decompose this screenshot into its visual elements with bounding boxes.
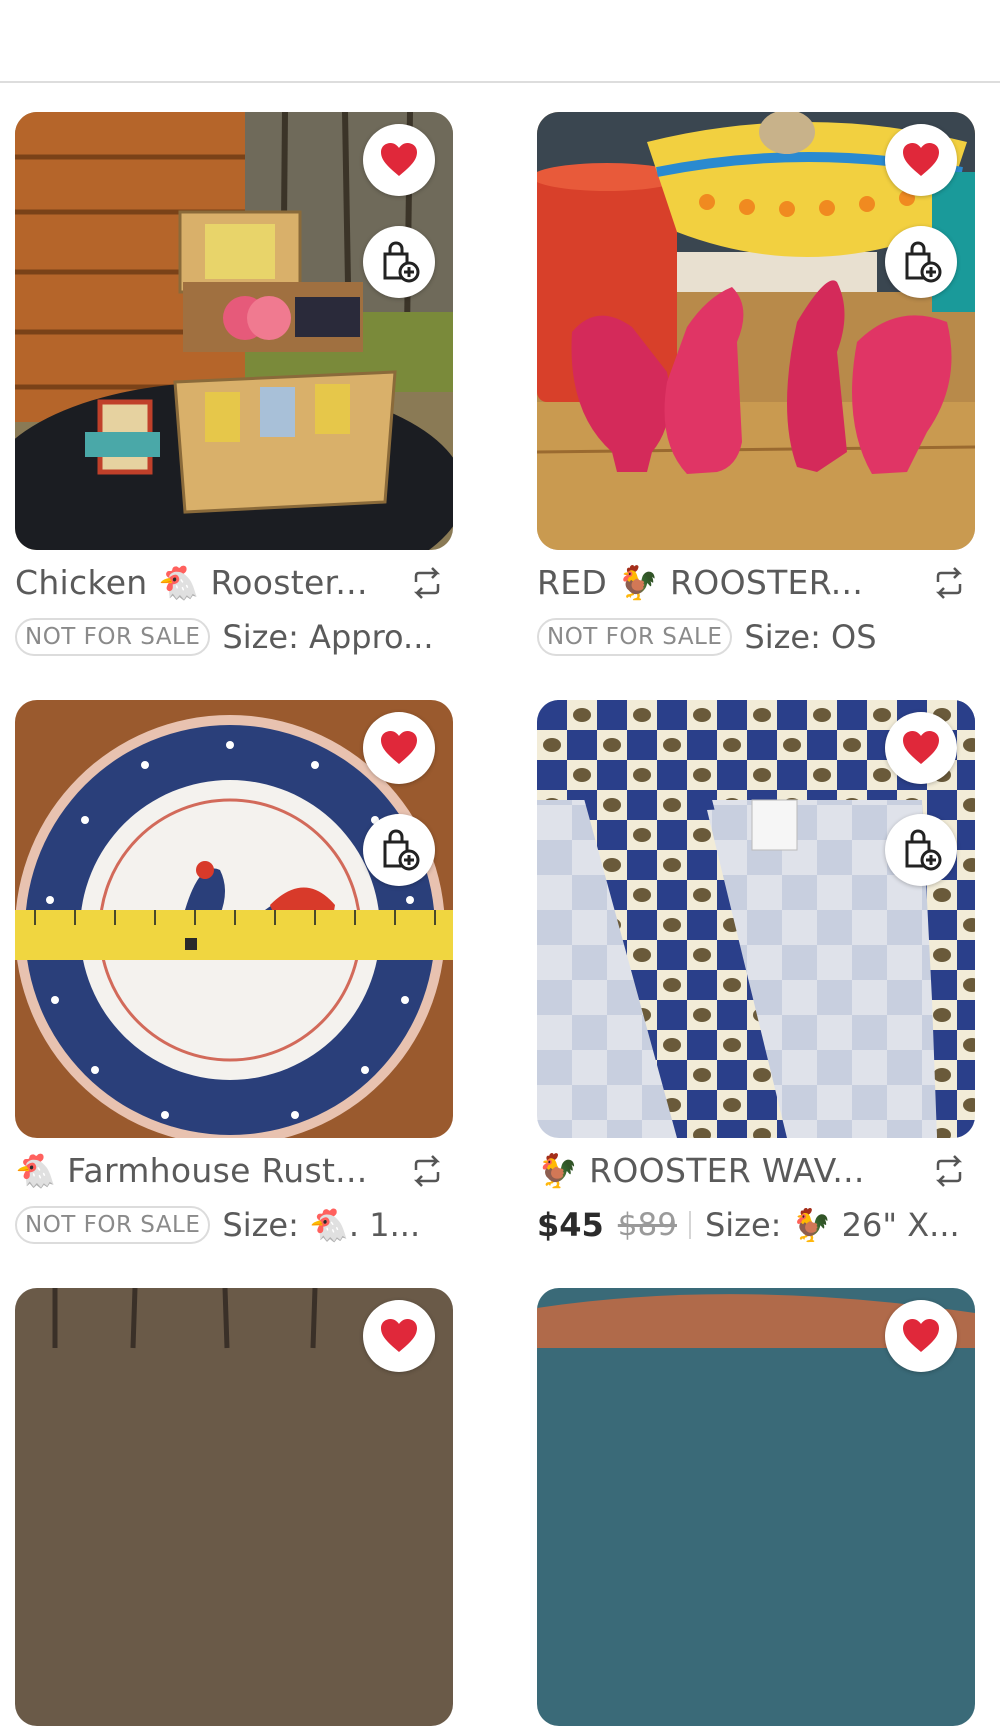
share-arrows-icon [413, 567, 441, 599]
listing-photo[interactable] [537, 112, 975, 550]
heart-icon [903, 1319, 939, 1352]
listing-size: Size: 🐔. 1... [222, 1206, 421, 1244]
like-button[interactable] [363, 712, 435, 784]
not-for-sale-badge: NOT FOR SALE [537, 618, 733, 656]
listing-photo[interactable] [537, 700, 975, 1138]
add-to-bundle-button[interactable] [363, 814, 435, 886]
listing-photo[interactable] [537, 1288, 975, 1726]
like-button[interactable] [885, 124, 957, 196]
top-bar [0, 0, 1000, 83]
not-for-sale-badge: NOT FOR SALE [15, 1206, 211, 1244]
heart-icon [903, 143, 939, 176]
listing-title[interactable]: 🐓 ROOSTER WAV... [537, 1151, 929, 1191]
listing-photo[interactable] [15, 1288, 453, 1726]
bag-plus-icon [905, 241, 942, 283]
listing-price: $45 [537, 1206, 604, 1244]
like-button[interactable] [363, 124, 435, 196]
share-button[interactable] [407, 1151, 447, 1191]
like-button[interactable] [363, 1300, 435, 1372]
listing-photo[interactable] [15, 112, 453, 550]
original-price: $89 [617, 1207, 677, 1243]
listing-photo[interactable] [15, 700, 453, 1138]
listing-size: Size: OS [744, 618, 877, 656]
bag-plus-icon [383, 241, 420, 283]
heart-icon [381, 731, 417, 764]
listing-size: Size: Appro... [222, 618, 434, 656]
share-button[interactable] [929, 1151, 969, 1191]
share-arrows-icon [413, 1155, 441, 1187]
bag-plus-icon [383, 829, 420, 871]
heart-icon [381, 1319, 417, 1352]
add-to-bundle-button[interactable] [885, 814, 957, 886]
like-button[interactable] [885, 712, 957, 784]
share-arrows-icon [935, 567, 963, 599]
bag-plus-icon [905, 829, 942, 871]
heart-icon [381, 143, 417, 176]
not-for-sale-badge: NOT FOR SALE [15, 618, 211, 656]
price-divider [688, 1211, 691, 1239]
share-button[interactable] [929, 563, 969, 603]
listing-title[interactable]: 🐔 Farmhouse Rust... [15, 1151, 407, 1191]
share-arrows-icon [935, 1155, 963, 1187]
listing-title[interactable]: Chicken 🐔 Rooster... [15, 563, 407, 603]
heart-icon [903, 731, 939, 764]
like-button[interactable] [885, 1300, 957, 1372]
listing-title[interactable]: RED 🐓 ROOSTER... [537, 563, 929, 603]
add-to-bundle-button[interactable] [363, 226, 435, 298]
add-to-bundle-button[interactable] [885, 226, 957, 298]
share-button[interactable] [407, 563, 447, 603]
listing-size: Size: 🐓 26" X... [704, 1206, 960, 1244]
